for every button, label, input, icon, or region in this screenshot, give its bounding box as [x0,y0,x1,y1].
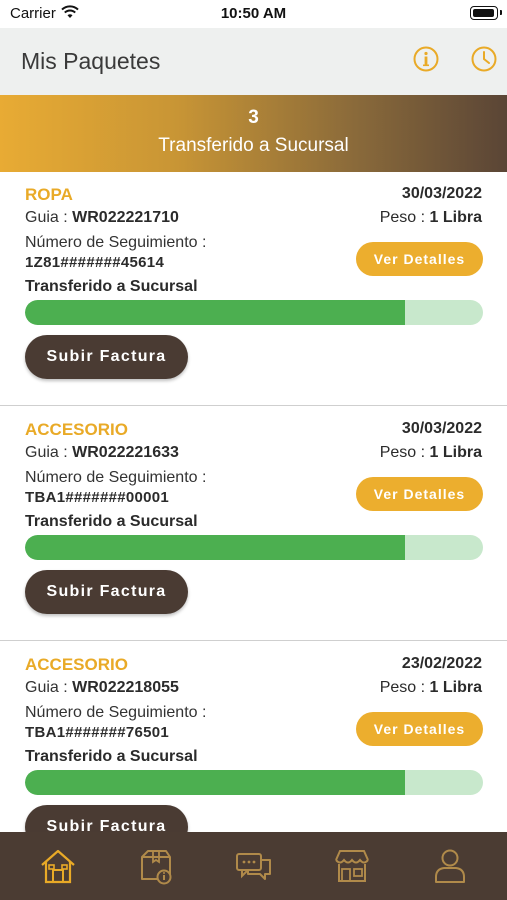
package-list[interactable]: ROPA 30/03/2022 Guia : WR022221710 Peso … [0,172,507,832]
tracking-number: TBA1#######00001 [25,489,170,506]
progress-bar [25,300,483,325]
tracking-label: Número de Seguimiento : [25,704,207,721]
view-details-button[interactable]: Ver Detalles [356,242,483,276]
package-date: 30/03/2022 [401,420,482,437]
app-header: Mis Paquetes [0,28,507,95]
progress-fill [25,770,406,795]
package-card: ACCESORIO 30/03/2022 Guia : WR022221633 … [0,407,507,641]
page-title: Mis Paquetes [21,48,161,74]
view-details-button[interactable]: Ver Detalles [356,712,483,746]
guia-line: Guia : WR022221633 [25,444,179,462]
peso-label: Peso : [379,679,430,696]
guia-label: Guia : [25,209,73,226]
store-icon[interactable] [332,846,372,886]
package-category: ROPA [25,185,73,204]
upload-invoice-button[interactable]: Subir Factura [25,570,188,614]
chat-icon[interactable] [234,846,274,886]
peso-value: 1 Libra [429,444,482,461]
battery-icon [470,6,502,20]
guia-line: Guia : WR022221710 [25,209,179,227]
peso-line: Peso : 1 Libra [380,209,482,227]
guia-value: WR022221633 [72,444,179,461]
peso-line: Peso : 1 Libra [380,444,482,462]
progress-fill [25,535,406,560]
upload-invoice-button[interactable]: Subir Factura [25,335,188,379]
package-status: Transferido a Sucursal [25,748,198,765]
bottom-nav [0,832,507,900]
profile-icon[interactable] [430,846,470,886]
package-card: ACCESORIO 23/02/2022 Guia : WR022218055 … [0,642,507,832]
tracking-label: Número de Seguimiento : [25,234,207,251]
tracking-label: Número de Seguimiento : [25,469,207,486]
progress-bar [25,770,483,795]
progress-bar [25,535,483,560]
package-status: Transferido a Sucursal [25,278,198,295]
package-date: 30/03/2022 [401,185,482,202]
package-count: 3 [248,107,259,128]
guia-value: WR022218055 [72,679,179,696]
tracking-number: TBA1#######76501 [25,724,170,741]
package-date: 23/02/2022 [401,655,482,672]
status-bar: Carrier 10:50 AM [0,0,507,28]
banner-status: Transferido a Sucursal [158,135,349,156]
package-card: ROPA 30/03/2022 Guia : WR022221710 Peso … [0,172,507,406]
info-icon[interactable] [412,45,440,73]
guia-line: Guia : WR022218055 [25,679,179,697]
peso-label: Peso : [379,444,430,461]
package-category: ACCESORIO [25,420,128,439]
package-category: ACCESORIO [25,655,128,674]
view-details-button[interactable]: Ver Detalles [356,477,483,511]
peso-line: Peso : 1 Libra [380,679,482,697]
guia-label: Guia : [25,679,73,696]
package-status: Transferido a Sucursal [25,513,198,530]
peso-value: 1 Libra [429,209,482,226]
tracking-number: 1Z81#######45614 [25,254,165,271]
guia-label: Guia : [25,444,73,461]
peso-label: Peso : [379,209,430,226]
clock-icon[interactable] [470,45,498,73]
clock-time: 10:50 AM [220,5,287,22]
progress-fill [25,300,406,325]
peso-value: 1 Libra [429,679,482,696]
guia-value: WR022221710 [72,209,179,226]
upload-invoice-button[interactable]: Subir Factura [25,805,188,832]
home-icon[interactable] [38,846,78,886]
status-summary-banner: 3 Transferido a Sucursal [0,95,507,172]
package-info-icon[interactable] [136,846,176,886]
